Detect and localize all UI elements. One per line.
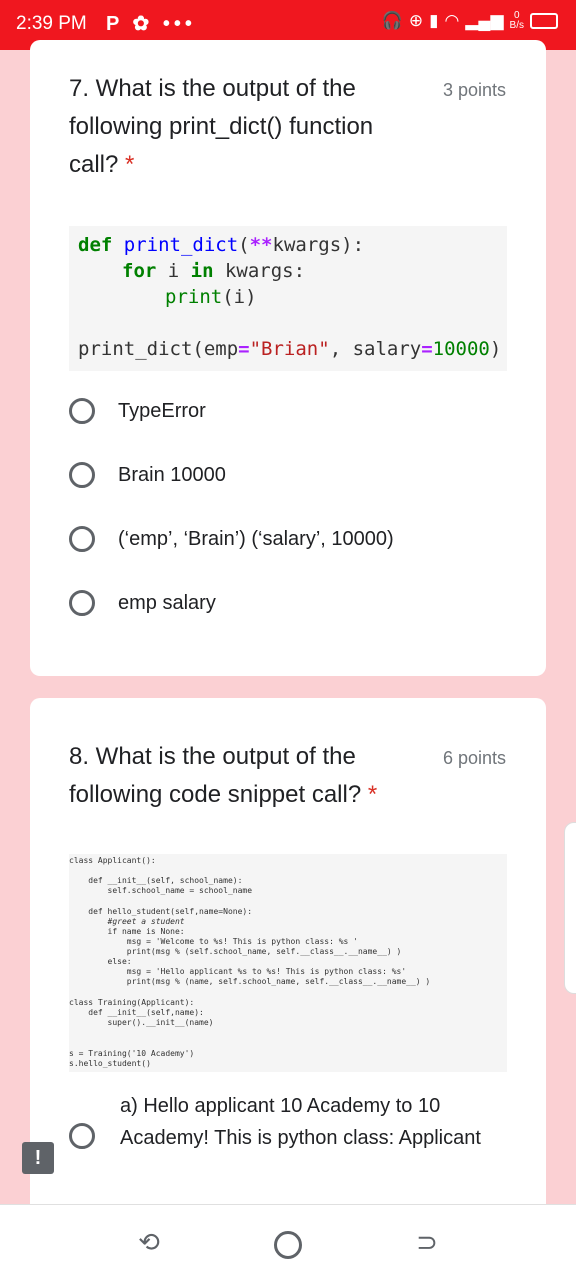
home-icon[interactable] xyxy=(274,1231,302,1259)
code-line: def hello_student(self,name=None): xyxy=(69,907,253,916)
code-line: super().__init__(name) xyxy=(69,1018,214,1027)
question-title: 7. What is the output of the following p… xyxy=(69,75,374,178)
option-label: Brain 10000 xyxy=(118,463,226,486)
code-image: class Applicant(): def __init__(self, sc… xyxy=(69,854,507,1072)
net-speed: 0 B/s xyxy=(509,10,524,31)
required-asterisk: * xyxy=(367,781,378,808)
headset-icon: 🎧 xyxy=(381,11,403,30)
code-line: self.school_name = school_name xyxy=(69,886,253,895)
code-line: class Applicant(): xyxy=(69,856,156,865)
question-card-7: 7. What is the output of the following p… xyxy=(30,40,546,676)
signal-icon: ▂▄▆ xyxy=(465,11,504,30)
notification-icons: P ✿ ••• xyxy=(106,13,196,35)
question-points: 3 points xyxy=(442,80,506,100)
back-icon[interactable]: ⊃ xyxy=(412,1227,442,1257)
radio-button[interactable] xyxy=(69,462,95,488)
code-line: def print_dict(**kwargs): xyxy=(78,234,365,256)
radio-button[interactable] xyxy=(69,590,95,616)
wifi-icon: ◠ xyxy=(444,11,460,30)
option-emp-salary[interactable]: emp salary xyxy=(69,590,216,616)
question-points: 6 points xyxy=(442,748,506,768)
required-asterisk: * xyxy=(125,151,135,178)
side-scroll-tab[interactable] xyxy=(564,822,576,994)
code-line: print_dict(emp="Brian", salary=10000) xyxy=(78,338,502,360)
radio-button[interactable] xyxy=(69,526,95,552)
code-line: class Training(Applicant): xyxy=(69,998,195,1007)
code-line: msg = 'Hello applicant %s to %s! This is… xyxy=(69,967,407,976)
code-line: s.hello_student() xyxy=(69,1059,151,1068)
code-line: s = Training('10 Academy') xyxy=(69,1049,195,1058)
option-label: TypeError xyxy=(118,399,206,422)
radio-button[interactable] xyxy=(69,398,95,424)
recents-icon[interactable]: ⟲ xyxy=(134,1227,164,1257)
code-line: print(i) xyxy=(165,286,257,308)
navigation-bar: ⟲ ⊃ xyxy=(0,1204,576,1281)
option-brain-10000[interactable]: Brain 10000 xyxy=(69,462,226,488)
code-line: print(msg % (self.school_name, self.__cl… xyxy=(69,947,402,956)
code-line: def __init__(self, school_name): xyxy=(69,876,243,885)
question-card-8: 8. What is the output of the following c… xyxy=(30,698,546,1238)
radio-button[interactable] xyxy=(69,1123,95,1149)
code-line: if name is None: xyxy=(69,927,185,936)
code-image: def print_dict(**kwargs): for i in kwarg… xyxy=(69,226,507,371)
code-line: #greet a student xyxy=(69,917,185,926)
option-typeerror[interactable]: TypeError xyxy=(69,398,206,424)
code-line: else: xyxy=(69,957,132,966)
question-title: 8. What is the output of the following c… xyxy=(69,743,378,808)
code-line: for i in kwargs: xyxy=(122,260,306,282)
option-tuples[interactable]: (‘emp’, ‘Brain’) (‘salary’, 10000) xyxy=(69,526,394,552)
data-saver-icon: ⊕ xyxy=(408,11,424,30)
option-label: emp salary xyxy=(118,591,216,614)
code-line: msg = 'Welcome to %s! This is python cla… xyxy=(69,937,358,946)
vibrate-icon: ▮ xyxy=(429,11,439,30)
option-label: (‘emp’, ‘Brain’) (‘salary’, 10000) xyxy=(118,527,394,550)
battery-icon xyxy=(530,13,558,29)
option-label: a) Hello applicant 10 Academy to 10 Acad… xyxy=(120,1095,481,1149)
report-icon[interactable]: ! xyxy=(22,1142,54,1174)
code-line: print(msg % (name, self.school_name, sel… xyxy=(69,977,431,986)
code-line: def __init__(self,name): xyxy=(69,1008,204,1017)
status-right-icons: 🎧 ⊕ ▮ ◠ ▂▄▆ 0 B/s xyxy=(382,11,558,31)
status-time: 2:39 PM xyxy=(16,13,87,34)
